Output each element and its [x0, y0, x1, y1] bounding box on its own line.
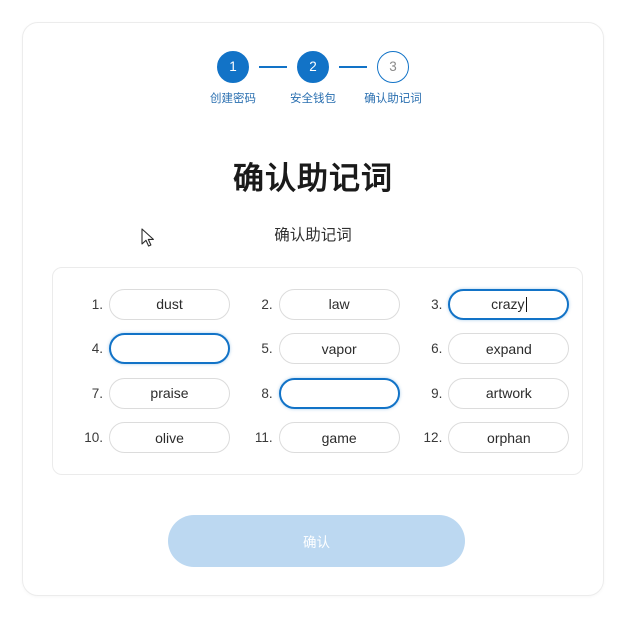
mnemonic-word-value: expand	[485, 340, 532, 357]
mnemonic-word-value: vapor	[321, 340, 357, 357]
stepper-steps: 1 创建密码 2 安全钱包 3 确认助记词	[207, 51, 422, 107]
mnemonic-word-input[interactable]: dust	[109, 288, 230, 320]
mnemonic-word-index: 7.	[91, 385, 103, 401]
mnemonic-word-value: orphan	[487, 429, 531, 446]
mnemonic-word-input[interactable]: game	[278, 422, 400, 454]
mnemonic-word-index: 12.	[423, 430, 443, 446]
stepper-step-1-number: 1	[229, 59, 237, 75]
confirm-button[interactable]: 确认	[168, 515, 465, 567]
stepper-step-2[interactable]: 2 安全钱包	[287, 51, 339, 107]
mnemonic-word-index: 8.	[261, 385, 273, 401]
mnemonic-word-cell: 11. game	[233, 422, 403, 454]
mnemonic-word-cell: 6. expand	[402, 333, 572, 365]
mnemonic-word-input[interactable]: expand	[448, 333, 570, 365]
stepper-connector-2	[339, 66, 367, 68]
mnemonic-word-input[interactable]: praise	[109, 377, 230, 409]
text-caret	[525, 296, 527, 312]
mnemonic-word-cell: 12. orphan	[402, 422, 572, 454]
stepper-step-3[interactable]: 3 确认助记词	[364, 51, 422, 107]
mnemonic-word-cell: 10. olive	[63, 422, 233, 454]
mnemonic-word-index: 9.	[431, 385, 443, 401]
stepper-step-3-label: 确认助记词	[364, 93, 422, 105]
mnemonic-word-index: 5.	[261, 341, 273, 357]
mnemonic-word-cell: 1. dust	[63, 288, 233, 320]
mnemonic-word-value: artwork	[485, 385, 532, 402]
mnemonic-word-input[interactable]	[278, 377, 400, 409]
page-title: 确认助记词	[233, 161, 393, 196]
mnemonic-word-input[interactable]: orphan	[448, 422, 570, 454]
stepper-step-3-number: 3	[389, 59, 397, 75]
mnemonic-word-value: law	[328, 296, 350, 313]
mnemonic-word-index: 2.	[261, 296, 273, 312]
mnemonic-word-index: 6.	[431, 341, 443, 357]
mnemonic-word-index: 3.	[431, 296, 443, 312]
mnemonic-word-value: game	[321, 429, 357, 446]
mnemonic-word-value: crazy	[491, 296, 525, 313]
mnemonic-word-input[interactable]: vapor	[278, 333, 400, 365]
mnemonic-word-value: praise	[150, 385, 189, 402]
mnemonic-word-cell: 9. artwork	[402, 377, 572, 409]
stepper-step-2-number: 2	[309, 59, 317, 75]
mnemonic-word-grid: 1. dust 2. law 3. crazy 4. 5. vapor 6. expand 7. pra…	[63, 282, 572, 460]
page-subtitle: 确认助记词	[274, 227, 352, 244]
mnemonic-word-input[interactable]: artwork	[448, 377, 570, 409]
mnemonic-word-input[interactable]: olive	[109, 422, 230, 454]
mnemonic-word-cell: 2. law	[233, 288, 403, 320]
stepper-step-3-circle: 3	[377, 51, 409, 83]
stepper: 1 创建密码 2 安全钱包 3 确认助记词	[23, 51, 603, 107]
mnemonic-word-cell: 7. praise	[63, 377, 233, 409]
stepper-connector-1	[259, 66, 287, 68]
mnemonic-word-cell: 3. crazy	[402, 288, 572, 320]
mnemonic-word-panel: 1. dust 2. law 3. crazy 4. 5. vapor 6. expand 7. pra…	[52, 267, 583, 475]
mnemonic-word-index: 4.	[91, 341, 103, 357]
mnemonic-word-index: 1.	[91, 296, 103, 312]
stepper-step-2-circle: 2	[297, 51, 329, 83]
mnemonic-word-index: 11.	[254, 430, 273, 446]
onboarding-card: 1 创建密码 2 安全钱包 3 确认助记词 确认助记词 确认助记词 1. dus…	[22, 22, 604, 596]
mnemonic-word-cell: 8.	[233, 377, 403, 409]
mnemonic-word-input[interactable]: law	[278, 288, 400, 320]
mnemonic-word-cell: 4.	[63, 333, 233, 365]
mnemonic-word-input[interactable]	[109, 333, 230, 365]
stepper-step-1[interactable]: 1 创建密码	[207, 51, 259, 107]
mnemonic-word-value: olive	[155, 429, 184, 446]
mnemonic-word-input[interactable]: crazy	[448, 288, 570, 320]
stepper-step-1-label: 创建密码	[210, 93, 256, 105]
mnemonic-word-index: 10.	[84, 430, 103, 446]
stepper-step-1-circle: 1	[217, 51, 249, 83]
stepper-step-2-label: 安全钱包	[290, 93, 336, 105]
mnemonic-word-value: dust	[156, 296, 183, 313]
mnemonic-word-cell: 5. vapor	[233, 333, 403, 365]
